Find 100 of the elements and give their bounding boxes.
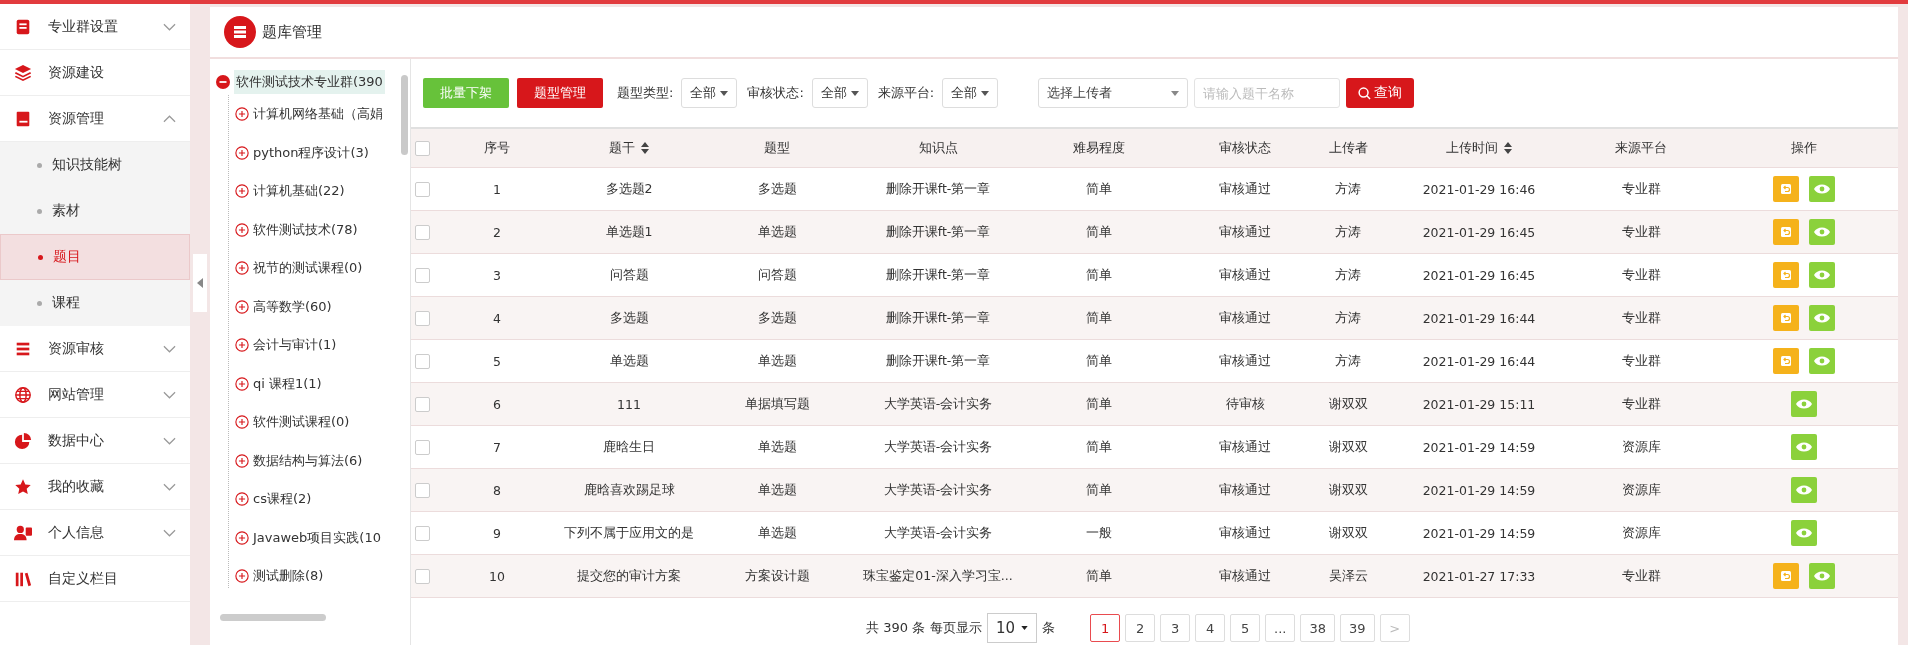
page-button[interactable]: 5 <box>1230 614 1261 642</box>
checkbox[interactable] <box>414 181 430 197</box>
checkbox[interactable] <box>414 353 430 369</box>
page-size-select[interactable]: 10 <box>987 613 1038 643</box>
view-button[interactable] <box>1808 219 1835 245</box>
tree-node[interactable]: 会计与审计(1) <box>235 326 398 365</box>
view-button[interactable] <box>1808 176 1835 202</box>
table-cell: 删除开课ft-第一章 <box>885 180 991 198</box>
undo-icon <box>1779 570 1792 582</box>
view-button[interactable] <box>1790 434 1817 460</box>
view-button[interactable] <box>1790 477 1817 503</box>
sidebar-item[interactable]: 个人信息 <box>0 510 190 556</box>
view-button[interactable] <box>1790 520 1817 546</box>
undo-button[interactable] <box>1772 176 1799 202</box>
column-header[interactable]: 来源平台 <box>1573 129 1709 167</box>
query-button[interactable]: 查询 <box>1346 78 1415 108</box>
column-header[interactable]: 操作 <box>1709 129 1898 167</box>
table-cell: 大学英语-会计实务 <box>883 438 993 456</box>
page-button[interactable]: ... <box>1265 614 1296 642</box>
undo-button[interactable] <box>1772 219 1799 245</box>
collapse-handle[interactable] <box>193 254 207 312</box>
view-button[interactable] <box>1808 305 1835 331</box>
table-cell: 审核通过 <box>1219 481 1271 499</box>
page-button[interactable]: 2 <box>1125 614 1156 642</box>
user-card-icon <box>14 523 32 542</box>
page-button[interactable]: 38 <box>1300 614 1336 642</box>
tree-node[interactable]: Javaweb项目实践(10 <box>235 518 398 557</box>
checkbox[interactable] <box>414 482 430 498</box>
column-header[interactable]: 上传时间 <box>1385 129 1573 167</box>
page-button[interactable]: 4 <box>1195 614 1226 642</box>
column-header[interactable]: 审核状态 <box>1179 129 1311 167</box>
caret-left-icon <box>197 278 203 288</box>
checkbox[interactable] <box>414 568 430 584</box>
checkbox[interactable] <box>414 140 430 156</box>
toolbar-button[interactable]: 题型管理 <box>517 78 603 108</box>
eye-icon <box>1813 184 1830 194</box>
undo-button[interactable] <box>1772 348 1799 374</box>
checkbox[interactable] <box>414 224 430 240</box>
table-cell: 删除开课ft-第一章 <box>885 223 991 241</box>
search-field[interactable]: 请输入题干名称 <box>1194 78 1341 108</box>
page-button[interactable]: 1 <box>1090 614 1121 642</box>
tree-node[interactable]: cs课程(2) <box>235 480 398 519</box>
sidebar-item[interactable]: 自定义栏目 <box>0 556 190 602</box>
filter-select[interactable]: 全部 <box>811 78 868 108</box>
sidebar-item[interactable]: 数据中心 <box>0 418 190 464</box>
tree-node[interactable]: 数据结构与算法(6) <box>235 441 398 480</box>
view-button[interactable] <box>1808 348 1835 374</box>
table-cell: 问答题 <box>757 266 797 284</box>
tree-node[interactable]: 高等数学(60) <box>235 287 398 326</box>
submenu-item[interactable]: 素材 <box>0 188 190 234</box>
page-button[interactable]: 3 <box>1160 614 1191 642</box>
filter-select[interactable]: 全部 <box>942 78 999 108</box>
sidebar-item[interactable]: 资源审核 <box>0 326 190 372</box>
column-header[interactable]: 上传者 <box>1311 129 1385 167</box>
undo-button[interactable] <box>1772 563 1799 589</box>
submenu-item[interactable]: 课程 <box>0 280 190 326</box>
checkbox[interactable] <box>414 310 430 326</box>
tree-node[interactable]: python程序设计(3) <box>235 133 398 172</box>
table-cell: 2021-01-27 17:33 <box>1422 568 1536 584</box>
page-button[interactable]: 39 <box>1340 614 1375 642</box>
checkbox[interactable] <box>414 525 430 541</box>
submenu-item[interactable]: 题目 <box>0 234 190 280</box>
sidebar-item[interactable]: 专业群设置 <box>0 4 190 50</box>
undo-button[interactable] <box>1772 262 1799 288</box>
sidebar-item[interactable]: 我的收藏 <box>0 464 190 510</box>
undo-button[interactable] <box>1772 305 1799 331</box>
sidebar-item[interactable]: 网站管理 <box>0 372 190 418</box>
tree-node[interactable]: qi 课程1(1) <box>235 364 398 403</box>
checkbox[interactable] <box>414 396 430 412</box>
column-header[interactable]: 知识点 <box>857 129 1019 167</box>
caret-down-icon <box>1171 90 1180 96</box>
column-header[interactable]: 难易程度 <box>1019 129 1179 167</box>
table-cell: 2 <box>493 224 501 240</box>
tree-node[interactable]: 祝节的测试课程(0) <box>235 249 398 288</box>
tree-node[interactable]: 软件测试技术(78) <box>235 210 398 249</box>
sidebar-item[interactable]: 资源建设 <box>0 50 190 96</box>
tree-node[interactable]: 计算机基础(22) <box>235 172 398 211</box>
table-cell: 简单 <box>1086 352 1112 370</box>
table-cell: 简单 <box>1086 438 1112 456</box>
table-cell: 单选题 <box>757 438 797 456</box>
tree-node[interactable]: 计算机网络基础（高娟 <box>235 95 398 134</box>
table-cell: 吴泽云 <box>1328 567 1368 585</box>
view-button[interactable] <box>1808 563 1835 589</box>
tree-node[interactable]: 测试删除(8) <box>235 557 398 589</box>
column-header[interactable]: 序号 <box>433 129 561 167</box>
view-button[interactable] <box>1790 391 1817 417</box>
checkbox[interactable] <box>414 439 430 455</box>
table-cell: 9 <box>493 525 501 541</box>
filter-select[interactable]: 全部 <box>681 78 738 108</box>
view-button[interactable] <box>1808 262 1835 288</box>
column-header[interactable]: 题型 <box>697 129 857 167</box>
submenu-item[interactable]: 知识技能树 <box>0 142 190 188</box>
uploader-select[interactable]: 选择上传者 <box>1038 78 1189 108</box>
column-header[interactable]: 题干 <box>561 129 697 167</box>
sidebar-label: 资源审核 <box>48 339 105 358</box>
table-cell: 审核通过 <box>1219 180 1271 198</box>
checkbox[interactable] <box>414 267 430 283</box>
search-icon <box>1358 86 1372 100</box>
table-cell: 审核通过 <box>1219 352 1271 370</box>
tree-node[interactable]: 软件测试课程(0) <box>235 403 398 442</box>
